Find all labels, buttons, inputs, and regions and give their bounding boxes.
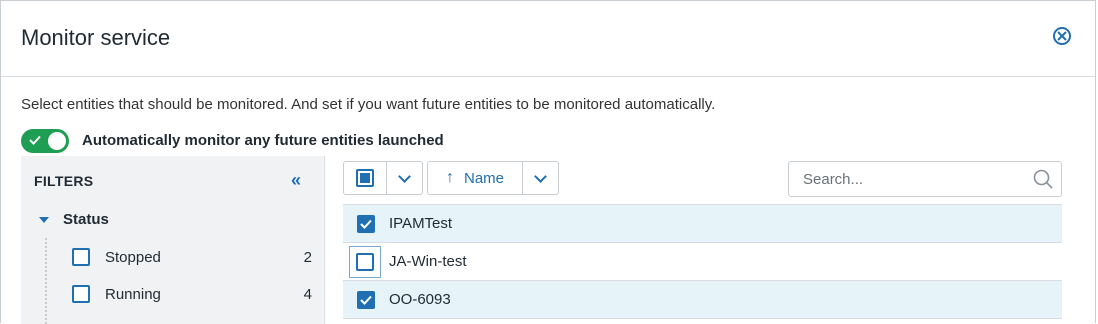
filter-option-stopped[interactable]: Stopped 2 bbox=[72, 248, 312, 266]
sort-label: Name bbox=[463, 169, 504, 187]
filters-title: FILTERS bbox=[34, 173, 94, 189]
dialog-header: Monitor service bbox=[1, 1, 1095, 77]
checkbox-box bbox=[356, 252, 374, 271]
dialog-description: Select entities that should be monitored… bbox=[21, 96, 716, 113]
chevron-down-icon bbox=[534, 169, 547, 183]
entity-name: OO-6093 bbox=[389, 291, 451, 308]
entity-name: IPAMTest bbox=[389, 215, 453, 232]
close-icon[interactable] bbox=[1053, 27, 1071, 45]
monitor-service-dialog: Monitor service Select entities that sho… bbox=[0, 0, 1096, 324]
tree-line bbox=[45, 238, 47, 324]
list-item[interactable]: JA-Win-test bbox=[343, 243, 1062, 281]
entity-list: IPAMTest JA-Win-test OO-6093 bbox=[343, 204, 1062, 319]
check-icon bbox=[360, 295, 372, 305]
row-checkbox[interactable] bbox=[357, 214, 375, 233]
select-options-dropdown[interactable] bbox=[387, 161, 423, 195]
chevron-down-icon bbox=[398, 169, 411, 183]
row-checkbox[interactable] bbox=[349, 245, 381, 278]
double-chevron-left-icon[interactable]: « bbox=[291, 170, 301, 191]
search-box bbox=[788, 161, 1062, 197]
check-icon bbox=[360, 219, 372, 229]
dialog-title: Monitor service bbox=[21, 25, 171, 50]
sort-by-name-button[interactable]: ↑ Name bbox=[427, 161, 523, 195]
check-icon bbox=[29, 135, 41, 145]
auto-monitor-label: Automatically monitor any future entitie… bbox=[82, 132, 444, 149]
auto-monitor-toggle[interactable] bbox=[21, 129, 69, 153]
sort-options-dropdown[interactable] bbox=[523, 161, 559, 195]
filter-option-running[interactable]: Running 4 bbox=[72, 285, 312, 303]
toggle-knob bbox=[48, 132, 66, 150]
list-item[interactable]: IPAMTest bbox=[343, 204, 1062, 243]
filter-group-status[interactable]: Status bbox=[39, 211, 109, 228]
list-item[interactable]: OO-6093 bbox=[343, 281, 1062, 319]
search-input[interactable] bbox=[801, 170, 1025, 189]
entity-name: JA-Win-test bbox=[389, 253, 467, 270]
list-toolbar: ↑ Name bbox=[343, 161, 559, 197]
filter-checkbox[interactable] bbox=[72, 285, 90, 303]
filter-option-count: 2 bbox=[303, 248, 312, 266]
select-all-button[interactable] bbox=[343, 161, 387, 195]
caret-down-icon bbox=[39, 216, 49, 223]
filter-option-label: Running bbox=[105, 285, 161, 303]
partial-checkbox-icon bbox=[356, 169, 374, 187]
filter-checkbox[interactable] bbox=[72, 248, 90, 266]
arrow-up-icon: ↑ bbox=[445, 169, 454, 186]
search-icon[interactable] bbox=[1033, 169, 1053, 189]
filters-panel: FILTERS « Status Stopped 2 Running 4 bbox=[21, 156, 325, 324]
filter-option-label: Stopped bbox=[105, 248, 161, 266]
row-checkbox[interactable] bbox=[357, 290, 375, 309]
filter-group-label: Status bbox=[63, 211, 109, 228]
filter-option-count: 4 bbox=[303, 285, 312, 303]
